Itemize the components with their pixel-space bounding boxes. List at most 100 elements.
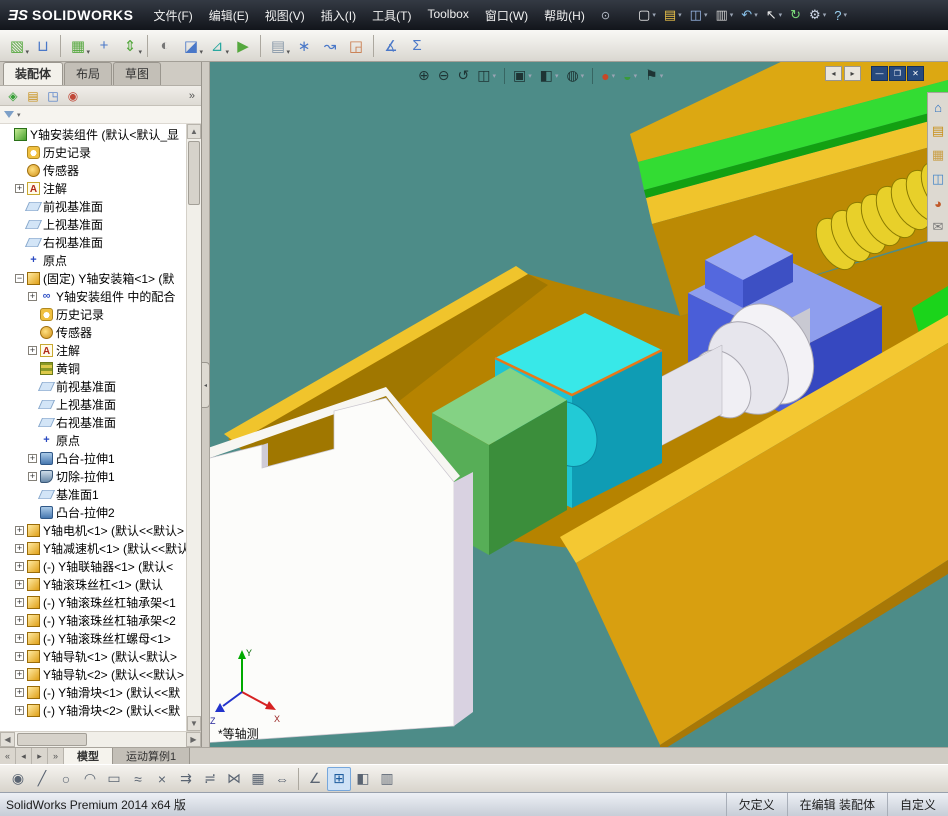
tree-item[interactable]: + Y轴导轨<1> (默认<默认> <box>0 647 186 665</box>
scrollbar-track[interactable] <box>187 139 201 716</box>
expander-plus-icon[interactable]: + <box>15 525 24 535</box>
menu-item[interactable]: 工具(T) <box>364 3 419 28</box>
section-view-button[interactable]: ◫ ▾ <box>474 66 499 85</box>
sketch-snaps-button[interactable]: ∠ <box>303 767 327 791</box>
exploded-view-button[interactable]: ∗ <box>291 33 317 59</box>
move-entities-button[interactable]: ⇔ <box>270 767 294 791</box>
featuremanager-design-tree-tab[interactable]: ◈ <box>3 87 23 104</box>
hscrollbar-thumb[interactable] <box>17 733 87 746</box>
viewport-scene[interactable]: Y X Z <box>210 62 948 747</box>
expander-plus-icon[interactable]: + <box>15 543 24 553</box>
tree-item[interactable]: + Y轴电机<1> (默认<<默认> <box>0 521 186 539</box>
expander-plus-icon[interactable]: + <box>15 561 24 571</box>
tree-item[interactable]: Y轴安装组件 (默认<默认_显 <box>0 125 186 143</box>
centerpoint-arc-button[interactable]: ◠ <box>78 767 102 791</box>
grid-system-button[interactable]: ⊞ <box>327 766 351 791</box>
menu-item[interactable]: 帮助(H) <box>536 3 593 28</box>
save-button[interactable]: ◫ ▾ <box>686 5 712 25</box>
hide-show-items-button[interactable]: ◍ ▾ <box>563 66 587 85</box>
menu-pin-icon[interactable]: ⊙ <box>601 9 610 22</box>
tree-item[interactable]: + Y轴滚珠丝杠<1> (默认 <box>0 575 186 593</box>
tree-item[interactable]: 上视基准面 <box>0 395 186 413</box>
linear-sketch-pattern-button[interactable]: ▦ <box>246 767 270 791</box>
expander-plus-icon[interactable]: + <box>15 651 24 661</box>
tree-item[interactable]: 历史记录 <box>0 143 186 161</box>
expander-plus-icon[interactable]: + <box>28 291 37 301</box>
menu-item[interactable]: 文件(F) <box>145 3 200 28</box>
expander-plus-icon[interactable]: + <box>28 471 37 481</box>
next-window-button[interactable]: ▸ <box>844 66 861 81</box>
panel-more-icon[interactable]: » <box>189 90 198 102</box>
edit-appearance-button[interactable]: ● ▾ <box>598 67 618 85</box>
menu-item[interactable]: 视图(V) <box>257 3 313 28</box>
mirror-entities-button[interactable]: ⋈ <box>222 767 246 791</box>
restore-window-button[interactable]: ❐ <box>889 66 906 81</box>
tree-item[interactable]: + ∞ Y轴安装组件 中的配合 <box>0 287 186 305</box>
tree-item[interactable]: + 原点 <box>0 251 186 269</box>
open-document-button[interactable]: ▤ ▾ <box>660 5 686 25</box>
tree-filter-bar[interactable]: ▾ <box>0 106 201 124</box>
tree-item[interactable]: 传感器 <box>0 161 186 179</box>
scroll-down-icon[interactable]: ▼ <box>187 716 201 731</box>
trim-entities-button[interactable]: × <box>150 767 174 791</box>
propertymanager-tab[interactable]: ▤ <box>23 87 43 104</box>
view-orientation-button[interactable]: ▣ ▾ <box>510 66 535 85</box>
move-component-button[interactable]: ⇕ ▾ <box>117 33 143 59</box>
instant-2d-button[interactable]: ◧ <box>351 767 375 791</box>
tree-item[interactable]: − (固定) Y轴安装箱<1> (默 <box>0 269 186 287</box>
tree-item[interactable]: + (-) Y轴滚珠丝杠轴承架<2 <box>0 611 186 629</box>
expander-plus-icon[interactable]: + <box>28 345 37 355</box>
tree-item[interactable]: + (-) Y轴滚珠丝杠轴承架<1 <box>0 593 186 611</box>
tab-nav-icon[interactable]: « <box>0 748 16 764</box>
smart-dimension-button[interactable]: ◉ <box>6 767 30 791</box>
expander-plus-icon[interactable]: + <box>15 705 24 715</box>
tree-item[interactable]: + (-) Y轴滑块<2> (默认<<默 <box>0 701 186 719</box>
document-tab[interactable]: 运动算例1 <box>113 748 191 764</box>
spline-button[interactable]: ≈ <box>126 767 150 791</box>
close-window-button[interactable]: ✕ <box>907 66 924 81</box>
tree-item[interactable]: + 切除-拉伸1 <box>0 467 186 485</box>
insert-components-button[interactable]: ▧ ▾ <box>4 33 30 59</box>
tree-item[interactable]: + (-) Y轴滑块<1> (默认<<默 <box>0 683 186 701</box>
mate-button[interactable]: ⊔ <box>30 33 56 59</box>
file-explorer-tab[interactable]: ▦ <box>928 143 948 167</box>
tree-horizontal-scrollbar[interactable]: ◀ ▶ <box>0 731 201 747</box>
tree-item[interactable]: 上视基准面 <box>0 215 186 233</box>
tab-nav-icon[interactable]: ◂ <box>16 748 32 764</box>
tab-nav-icon[interactable]: ▸ <box>32 748 48 764</box>
options-button[interactable]: ⚙ ▾ <box>805 5 830 25</box>
assembly-features-button[interactable]: ◪ ▾ <box>178 33 204 59</box>
appearances-scenes-tab[interactable]: ◕ <box>928 191 948 215</box>
line-button[interactable]: ╱ <box>30 767 54 791</box>
new-motion-study-button[interactable]: ▶ <box>230 33 256 59</box>
rebuild-button[interactable]: ↻ <box>786 5 805 25</box>
tab-nav-icon[interactable]: » <box>48 748 64 764</box>
document-tab[interactable]: 模型 <box>64 748 113 764</box>
smart-fasteners-button[interactable]: + <box>91 33 117 59</box>
tree-item[interactable]: + A 注解 <box>0 179 186 197</box>
command-tab[interactable]: 布局 <box>64 62 113 85</box>
select-button[interactable]: ↖ ▾ <box>762 5 786 25</box>
bill-of-materials-button[interactable]: ▤ ▾ <box>265 33 291 59</box>
configurationmanager-tab[interactable]: ◳ <box>43 87 63 104</box>
apply-scene-button[interactable]: ◒ ▾ <box>620 67 640 85</box>
previous-view-button[interactable]: ↺ <box>454 66 472 85</box>
mass-properties-button[interactable]: Σ <box>404 33 430 59</box>
solidworks-resources-tab[interactable]: ⌂ <box>928 95 948 119</box>
tree-vertical-scrollbar[interactable]: ▲ ▼ <box>186 124 201 731</box>
command-tab[interactable]: 装配体 <box>3 62 64 85</box>
expander-plus-icon[interactable]: + <box>15 669 24 679</box>
menu-item[interactable]: Toolbox <box>419 3 476 28</box>
tree-item[interactable]: 传感器 <box>0 323 186 341</box>
expander-plus-icon[interactable]: + <box>15 579 24 589</box>
expander-plus-icon[interactable]: + <box>15 183 24 193</box>
interference-detection-button[interactable]: ◲ <box>343 33 369 59</box>
tree-item[interactable]: + (-) Y轴滚珠丝杠螺母<1> <box>0 629 186 647</box>
scroll-left-icon[interactable]: ◀ <box>0 732 15 747</box>
show-hidden-components-button[interactable]: ◐ <box>152 33 178 59</box>
tree-item[interactable]: + Y轴减速机<1> (默认<<默认 <box>0 539 186 557</box>
expander-plus-icon[interactable]: + <box>15 633 24 643</box>
zoom-to-area-button[interactable]: ⊖ <box>435 66 453 85</box>
undo-button[interactable]: ↶ ▾ <box>737 5 761 25</box>
previous-window-button[interactable]: ◂ <box>825 66 842 81</box>
